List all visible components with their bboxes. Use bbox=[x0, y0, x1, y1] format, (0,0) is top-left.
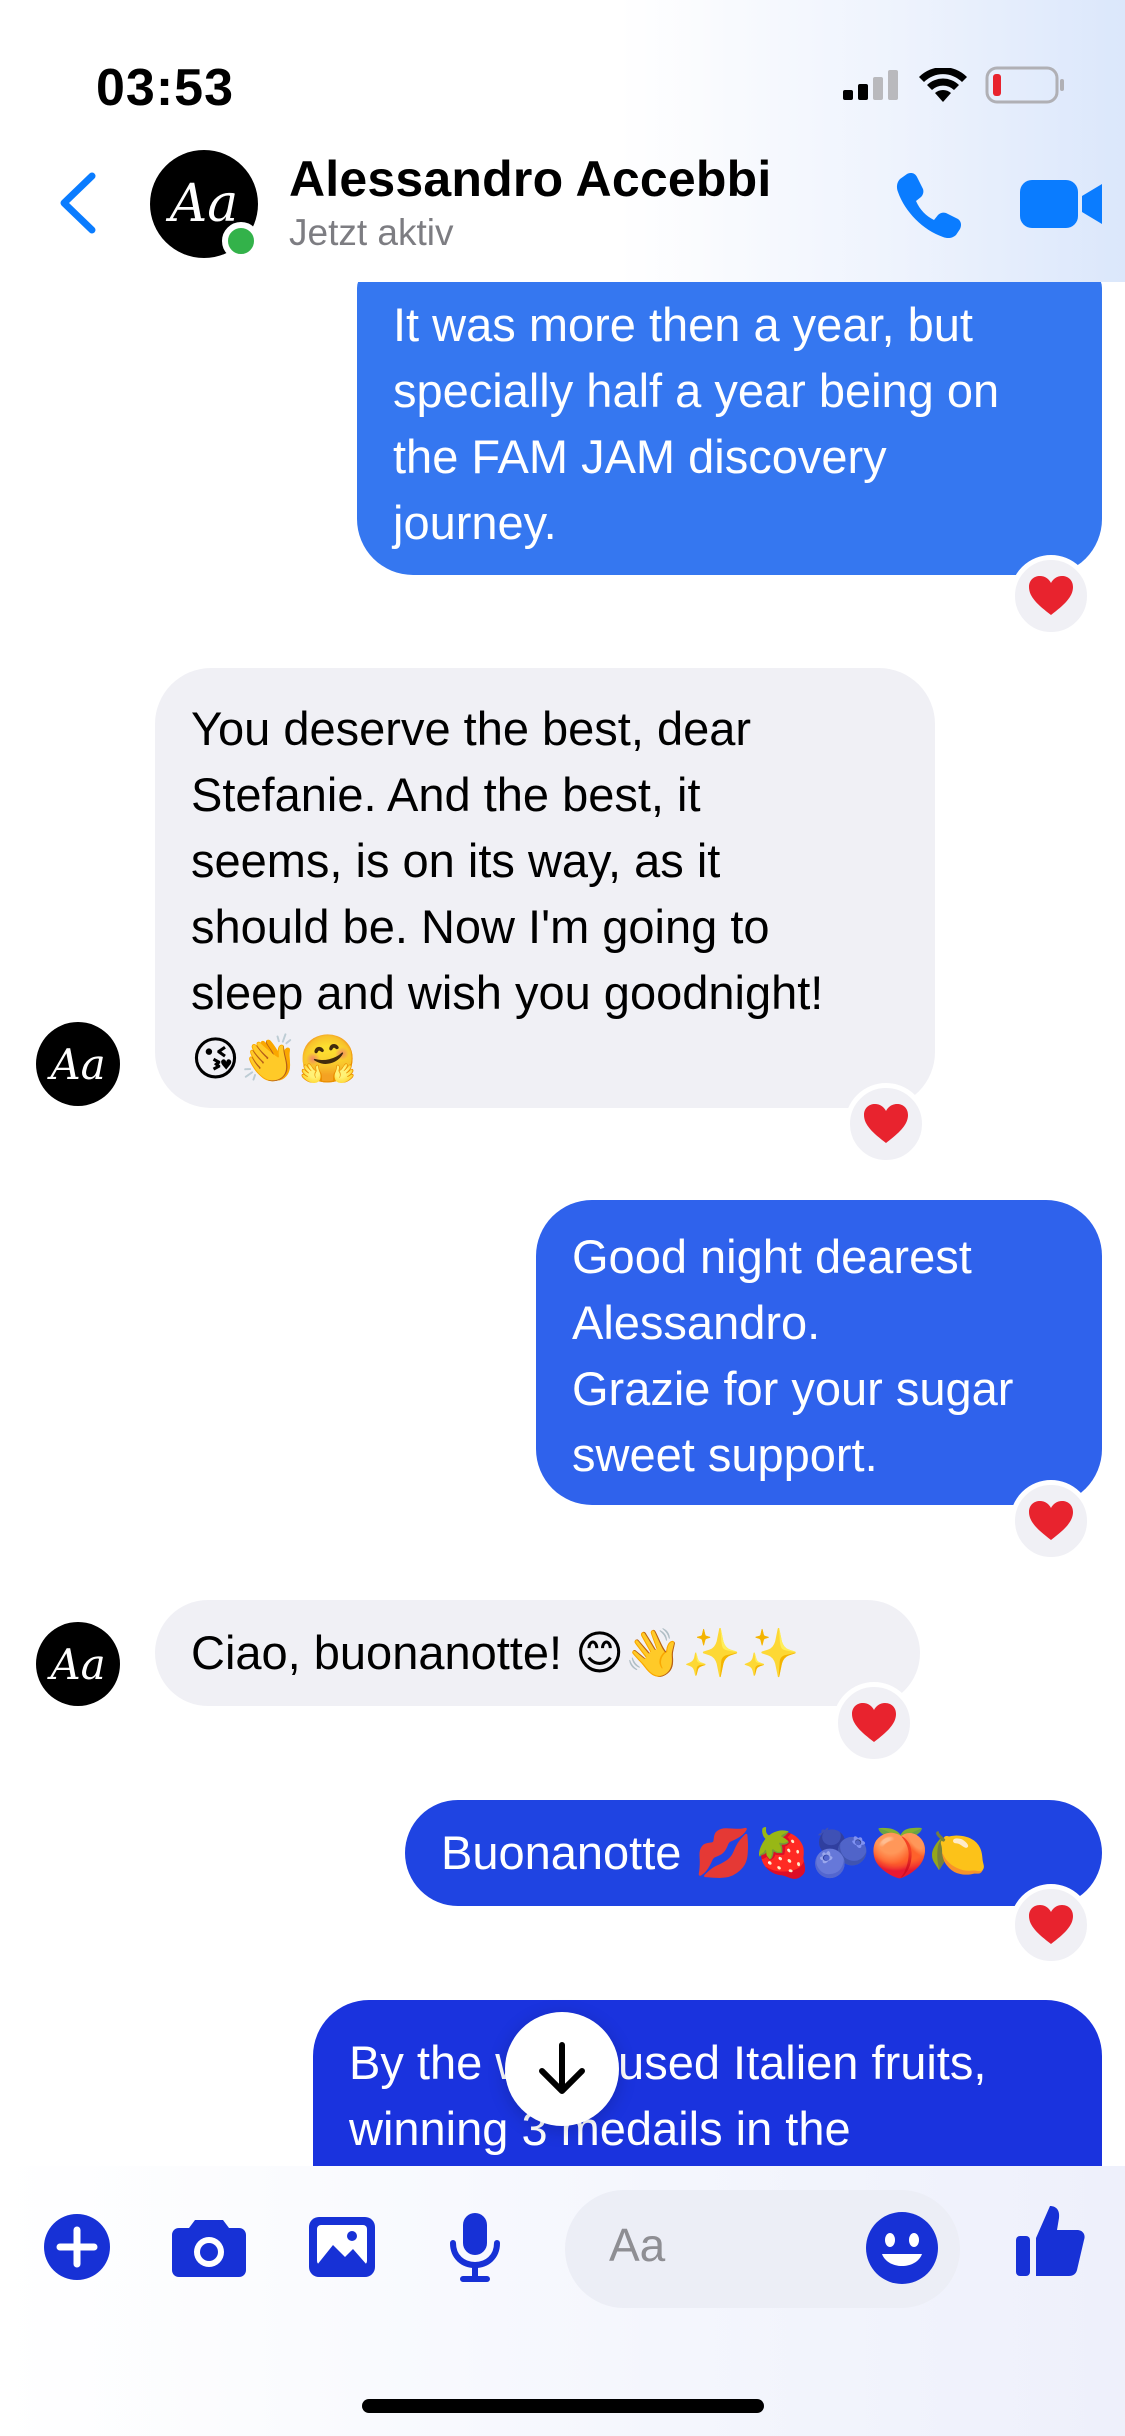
message-bubble-incoming[interactable]: Ciao, buonanotte! 😊👋✨✨ bbox=[155, 1600, 920, 1706]
plus-button[interactable] bbox=[42, 2212, 112, 2282]
reaction-badge[interactable] bbox=[1010, 1480, 1092, 1562]
heart-icon bbox=[1029, 1501, 1073, 1540]
plus-icon bbox=[44, 2214, 110, 2280]
gallery-button[interactable] bbox=[306, 2212, 378, 2282]
thumbs-up-icon bbox=[1016, 2206, 1085, 2276]
like-button[interactable] bbox=[1010, 2200, 1090, 2280]
sender-avatar[interactable]: Aa bbox=[36, 1622, 120, 1706]
message-bubble-incoming[interactable]: You deserve the best, dear Stefanie. And… bbox=[155, 668, 935, 1108]
camera-button[interactable] bbox=[170, 2212, 248, 2282]
sender-avatar[interactable]: Aa bbox=[36, 1022, 120, 1106]
composer-bar bbox=[0, 2166, 1125, 2436]
message-bubble-outgoing[interactable]: Buonanotte 💋🍓🫐🍑🍋 bbox=[405, 1800, 1102, 1906]
message-bubble-outgoing[interactable]: By the way I used Italien fruits, winnin… bbox=[313, 2000, 1102, 2180]
wifi-icon bbox=[919, 68, 967, 102]
back-chevron-icon[interactable] bbox=[50, 168, 110, 238]
heart-icon bbox=[852, 1703, 896, 1742]
microphone-button[interactable] bbox=[440, 2212, 510, 2282]
contact-name[interactable]: Alessandro Accebbi bbox=[289, 150, 771, 208]
gallery-icon bbox=[309, 2217, 375, 2277]
arrow-down-icon bbox=[539, 2042, 585, 2094]
message-input[interactable]: Aa bbox=[565, 2190, 960, 2308]
status-time: 03:53 bbox=[96, 59, 234, 117]
scroll-to-bottom-button[interactable] bbox=[505, 2012, 619, 2126]
battery-icon bbox=[985, 66, 1064, 104]
camera-icon bbox=[172, 2220, 246, 2277]
reaction-badge[interactable] bbox=[845, 1083, 927, 1165]
cellular-signal-icon bbox=[843, 70, 898, 100]
heart-icon bbox=[1029, 1905, 1073, 1944]
heart-icon bbox=[864, 1104, 908, 1143]
heart-icon bbox=[1029, 576, 1073, 615]
reaction-badge[interactable] bbox=[1010, 555, 1092, 637]
header-bar: 03:53 Aa Alessandro Accebbi Jetzt aktiv bbox=[0, 0, 1125, 282]
video-camera-icon[interactable] bbox=[1020, 172, 1104, 236]
home-indicator bbox=[362, 2399, 764, 2413]
message-bubble-outgoing[interactable]: It was more then a year, but specially h… bbox=[357, 270, 1102, 575]
message-bubble-outgoing[interactable]: Good night dearest Alessandro. Grazie fo… bbox=[536, 1200, 1102, 1505]
online-indicator bbox=[222, 222, 260, 260]
microphone-icon bbox=[450, 2213, 500, 2282]
status-icons bbox=[843, 66, 1065, 104]
phone-icon[interactable] bbox=[893, 168, 965, 240]
contact-status: Jetzt aktiv bbox=[289, 212, 454, 253]
message-input-placeholder: Aa bbox=[609, 2219, 666, 2271]
reaction-badge[interactable] bbox=[833, 1682, 915, 1764]
reaction-badge[interactable] bbox=[1010, 1884, 1092, 1966]
emoji-icon[interactable] bbox=[862, 2208, 942, 2288]
